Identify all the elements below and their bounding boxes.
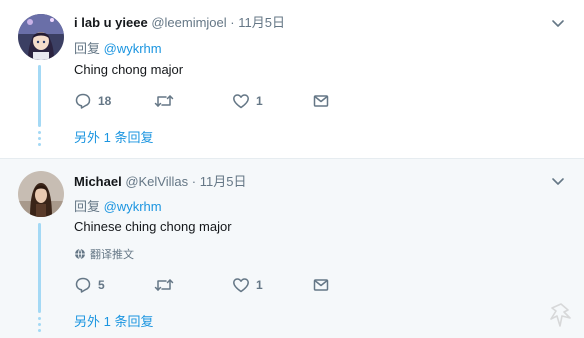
- more-replies-link[interactable]: 另外 1 条回复: [74, 127, 153, 146]
- reply-mention-link[interactable]: @wykrhm: [104, 41, 162, 56]
- tweet-header: i lab u yieee @leemimjoel · 11月5日: [74, 12, 285, 31]
- reply-mention-link[interactable]: @wykrhm: [104, 199, 162, 214]
- direct-message-button[interactable]: [312, 92, 330, 110]
- thread-dot: [38, 137, 41, 140]
- envelope-icon: [313, 279, 329, 291]
- retweet-button[interactable]: [154, 276, 174, 294]
- globe-icon: [75, 248, 85, 260]
- user-handle[interactable]: @KelVillas: [125, 174, 188, 189]
- tweet-1[interactable]: i lab u yieee @leemimjoel · 11月5日 回复 @wy…: [0, 0, 584, 158]
- reply-button[interactable]: 5: [74, 276, 105, 294]
- retweet-icon: [154, 95, 174, 107]
- reply-to: 回复 @wykrhm: [74, 196, 162, 215]
- retweet-icon: [154, 279, 174, 291]
- tweet-header: Michael @KelVillas · 11月5日: [74, 171, 246, 190]
- reply-to: 回复 @wykrhm: [74, 38, 162, 57]
- thread-dot: [38, 131, 41, 134]
- chevron-down-icon[interactable]: [550, 173, 566, 189]
- like-button[interactable]: 1: [232, 92, 263, 110]
- timestamp[interactable]: 11月5日: [200, 174, 247, 189]
- thread-dot: [38, 317, 41, 320]
- separator: ·: [191, 174, 197, 189]
- timestamp[interactable]: 11月5日: [238, 15, 285, 30]
- tweet-2[interactable]: Michael @KelVillas · 11月5日 回复 @wykrhm Ch…: [0, 158, 584, 338]
- tweet-text: Ching chong major: [74, 62, 184, 77]
- reply-prefix: 回复: [74, 199, 101, 214]
- tweet-actions: 18 1: [74, 91, 344, 111]
- envelope-icon: [313, 95, 329, 107]
- thread-dot: [38, 323, 41, 326]
- reply-prefix: 回复: [74, 41, 101, 56]
- tweet-text: Chinese ching chong major: [74, 219, 232, 234]
- like-count: 1: [256, 94, 263, 108]
- like-count: 1: [256, 278, 263, 292]
- reply-count: 5: [98, 278, 105, 292]
- tweet-actions: 5 1: [74, 275, 344, 295]
- reply-button[interactable]: 18: [74, 92, 111, 110]
- like-button[interactable]: 1: [232, 276, 263, 294]
- reply-icon: [75, 93, 91, 109]
- anime-avatar-icon: [18, 14, 64, 60]
- display-name[interactable]: Michael: [74, 174, 122, 189]
- more-replies-link[interactable]: 另外 1 条回复: [74, 311, 153, 330]
- separator: ·: [230, 15, 235, 30]
- thread-dot: [38, 329, 41, 332]
- thread-dot: [38, 143, 41, 146]
- avatar[interactable]: [18, 14, 64, 60]
- photo-avatar-icon: [18, 171, 64, 217]
- translate-tweet-link[interactable]: 翻译推文: [74, 246, 134, 262]
- user-handle[interactable]: @leemimjoel: [151, 15, 226, 30]
- retweet-button[interactable]: [154, 92, 174, 110]
- chevron-down-icon[interactable]: [550, 15, 566, 31]
- avatar[interactable]: [18, 171, 64, 217]
- display-name[interactable]: i lab u yieee: [74, 15, 148, 30]
- reply-icon: [75, 277, 91, 293]
- direct-message-button[interactable]: [312, 276, 330, 294]
- watermark-logo-icon: [550, 303, 571, 327]
- heart-icon: [233, 94, 249, 109]
- thread-line: [38, 223, 41, 313]
- reply-count: 18: [98, 94, 112, 108]
- heart-icon: [233, 278, 249, 293]
- thread-line: [38, 65, 41, 127]
- translate-label: 翻译推文: [90, 249, 134, 261]
- site-watermark: [548, 302, 574, 328]
